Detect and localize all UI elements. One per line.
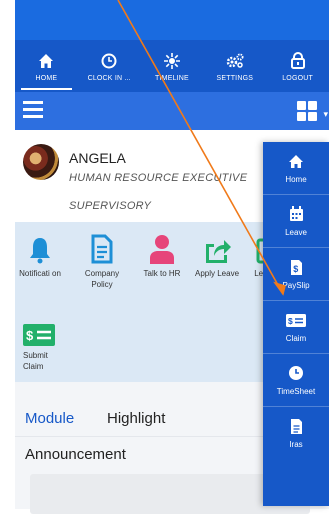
- side-menu-timesheet[interactable]: TimeSheet: [263, 354, 329, 407]
- shortcut-label: Apply Leave: [194, 269, 240, 278]
- nav-timeline-label: TIMELINE: [155, 74, 189, 82]
- nav-clock-in[interactable]: CLOCK IN ...: [78, 40, 141, 92]
- side-menu-home[interactable]: Home: [263, 142, 329, 195]
- side-menu-claim[interactable]: $ Claim: [263, 301, 329, 354]
- shortcut-submit-claim[interactable]: $ Submit Claim: [5, 310, 65, 372]
- money-icon: $: [286, 311, 306, 329]
- shortcut-talk-to-hr[interactable]: Talk to HR: [137, 228, 187, 279]
- shortcut-label: Company Policy: [84, 269, 120, 289]
- document-icon: [77, 228, 127, 264]
- nav-settings[interactable]: SETTINGS: [203, 40, 266, 92]
- nav-logout[interactable]: LOGOUT: [266, 40, 329, 92]
- nav-home[interactable]: HOME: [15, 40, 78, 92]
- profile-name: ANGELA: [69, 150, 126, 166]
- money-icon: $: [23, 310, 65, 346]
- clock-icon: [101, 51, 117, 71]
- tab-highlight[interactable]: Highlight: [107, 410, 165, 427]
- clock-icon: [288, 364, 304, 382]
- nav-settings-label: SETTINGS: [216, 74, 254, 82]
- chevron-down-icon: ▾: [323, 109, 328, 119]
- shortcut-notification[interactable]: Notificati on: [15, 228, 65, 279]
- status-bar: [15, 0, 329, 40]
- side-menu-label: PaySlip: [282, 281, 310, 290]
- home-icon: [38, 51, 54, 71]
- side-menu-iras[interactable]: Iras: [263, 407, 329, 459]
- side-menu-label: Leave: [285, 228, 307, 237]
- side-menu-label: Claim: [285, 334, 307, 343]
- side-menu-payslip[interactable]: $ PaySlip: [263, 248, 329, 301]
- calendar-icon: [289, 205, 304, 223]
- shortcut-label: Notificati on: [19, 269, 61, 278]
- timeline-icon: [163, 51, 181, 71]
- payslip-icon: $: [290, 258, 303, 276]
- grid-menu-icon[interactable]: [297, 101, 317, 121]
- nav-home-label: HOME: [35, 74, 58, 82]
- nav-timeline[interactable]: TIMELINE: [141, 40, 204, 92]
- lock-icon: [290, 51, 305, 71]
- shortcut-label: Submit Claim: [23, 351, 48, 371]
- tab-announcement[interactable]: Announcement: [25, 446, 126, 463]
- home-icon: [288, 152, 304, 170]
- share-icon: [192, 228, 242, 264]
- document-icon: [290, 417, 303, 435]
- profile-role: HUMAN RESOURCE EXECUTIVE: [69, 172, 248, 184]
- tab-module[interactable]: Module: [25, 410, 74, 427]
- hamburger-menu-icon[interactable]: [23, 101, 43, 121]
- shortcut-apply-leave[interactable]: Apply Leave: [192, 228, 242, 279]
- app-toolbar: ▾: [15, 92, 329, 130]
- person-icon: [137, 228, 187, 264]
- nav-logout-label: LOGOUT: [282, 74, 313, 82]
- side-menu-leave[interactable]: Leave: [263, 195, 329, 248]
- bell-icon: [15, 228, 65, 264]
- shortcut-company-policy[interactable]: Company Policy: [77, 228, 127, 290]
- profile-department: SUPERVISORY: [69, 200, 152, 212]
- side-menu-label: Home: [285, 175, 307, 184]
- side-menu-label: TimeSheet: [276, 387, 316, 396]
- gears-icon: [225, 51, 245, 71]
- svg-text:$: $: [293, 264, 298, 274]
- nav-clock-in-label: CLOCK IN ...: [87, 74, 131, 82]
- svg-text:$: $: [26, 328, 34, 343]
- svg-text:$: $: [288, 316, 293, 326]
- top-nav-bar: HOME CLOCK IN ... TIMELINE SETTINGS LOGO…: [15, 40, 329, 92]
- side-menu-label: Iras: [289, 440, 303, 449]
- side-quick-menu: Home Leave $ PaySlip $ Claim TimeSheet I…: [263, 142, 329, 506]
- shortcut-label: Talk to HR: [143, 269, 181, 278]
- avatar[interactable]: [23, 144, 59, 180]
